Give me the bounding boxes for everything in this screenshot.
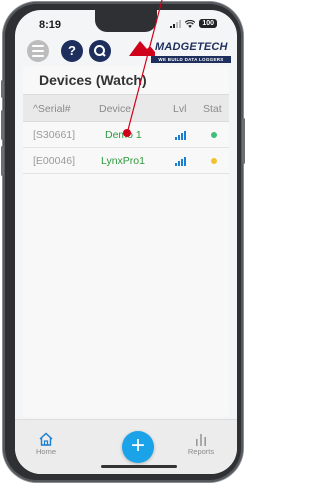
signal-level-icon (175, 156, 186, 166)
status-time: 8:19 (39, 19, 62, 31)
column-header-status[interactable]: Stat (203, 103, 222, 115)
device-cell: LynxPro1 (101, 155, 145, 167)
logo-mountain-icon (129, 41, 155, 56)
add-device-button[interactable]: + (122, 431, 154, 463)
signal-level-icon (175, 130, 186, 140)
device-cell: Demo 1 (105, 129, 142, 141)
help-button[interactable]: ? (61, 40, 83, 62)
phone-volume-up-button (1, 110, 4, 140)
serial-cell: [E00046] (33, 155, 76, 167)
table-row[interactable]: [S30661] Demo 1 (23, 122, 229, 148)
nav-reports-label: Reports (187, 447, 215, 456)
nav-reports[interactable]: Reports (183, 432, 219, 456)
column-header-serial[interactable]: ^Serial# (33, 103, 71, 115)
phone-power-button (242, 118, 245, 164)
devices-panel: Devices (Watch) ^Serial# Device Lvl Stat… (23, 66, 229, 417)
table-header: ^Serial# Device Lvl Stat (23, 94, 229, 122)
phone-side-button (1, 80, 4, 98)
phone-volume-down-button (1, 146, 4, 176)
logo-name: MADGETECH (155, 41, 228, 53)
nav-home[interactable]: Home (29, 432, 63, 456)
bottom-nav-bar: Home + Reports (15, 419, 237, 474)
phone-screen: 8:19 100 ? MADGETECH WE BUILD DATA LOGGE… (15, 10, 237, 474)
search-icon (94, 45, 106, 57)
app-bar: ? MADGETECH WE BUILD DATA LOGGERS (15, 34, 237, 68)
logo-tagline: WE BUILD DATA LOGGERS (151, 56, 231, 63)
page-title: Devices (Watch) (39, 72, 147, 88)
table-row[interactable]: [E00046] LynxPro1 (23, 148, 229, 174)
battery-indicator: 100 (199, 19, 217, 28)
serial-cell: [S30661] (33, 129, 76, 141)
home-icon (39, 432, 53, 446)
reports-icon (196, 434, 206, 446)
phone-frame: 8:19 100 ? MADGETECH WE BUILD DATA LOGGE… (1, 2, 245, 482)
nav-home-label: Home (35, 447, 56, 456)
status-bar: 8:19 100 (15, 10, 237, 32)
madgetech-logo: MADGETECH WE BUILD DATA LOGGERS (129, 38, 233, 66)
status-dot (211, 132, 217, 138)
menu-icon[interactable] (27, 40, 49, 62)
home-indicator (101, 465, 177, 468)
cellular-signal-icon (170, 19, 182, 28)
column-header-level[interactable]: Lvl (173, 103, 186, 115)
status-icons: 100 (170, 19, 217, 28)
wifi-icon (185, 19, 196, 28)
search-button[interactable] (89, 40, 111, 62)
status-dot (211, 158, 217, 164)
column-header-device[interactable]: Device (99, 103, 131, 115)
